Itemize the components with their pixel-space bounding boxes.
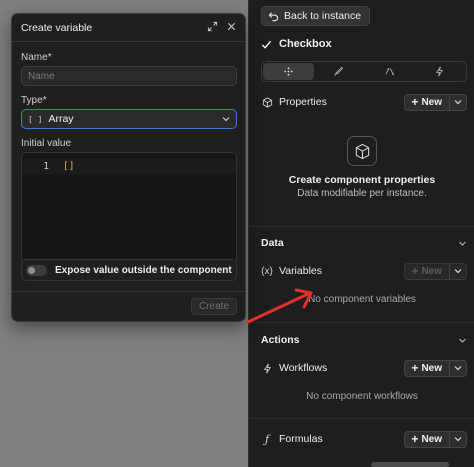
workflows-new-group: + New (404, 359, 467, 377)
chevron-down-icon (454, 437, 462, 442)
chevron-down-icon (454, 100, 462, 105)
chevron-down-icon (222, 117, 230, 122)
properties-new-dropdown[interactable] (449, 94, 466, 110)
name-field-label: Name* (21, 52, 52, 63)
move-icon (284, 67, 293, 76)
dialog-controls (207, 21, 237, 32)
transform-icon (385, 67, 394, 76)
type-select-value: Array (48, 113, 74, 125)
variables-row: (x) Variables + New (261, 261, 467, 281)
properties-row: Properties + New (261, 92, 467, 112)
properties-new-group: + New (404, 93, 467, 111)
plus-icon: + (411, 95, 419, 109)
plus-icon: + (411, 361, 419, 375)
name-input[interactable] (21, 66, 237, 86)
undo-arrow-icon (268, 11, 279, 21)
variables-new-group: + New (404, 262, 467, 280)
tab-transform[interactable] (364, 63, 415, 80)
lightning-icon (436, 66, 444, 77)
horizontal-scrollbar[interactable] (371, 462, 449, 467)
back-label: Back to instance (284, 10, 362, 22)
function-icon: ƒ (264, 432, 270, 446)
expose-value-toggle[interactable] (26, 264, 47, 276)
formulas-label: Formulas (279, 433, 323, 445)
variable-icon: (x) (261, 265, 273, 277)
lightning-icon (263, 363, 271, 373)
tab-interactions[interactable] (415, 63, 466, 80)
expose-value-label: Expose value outside the component (55, 264, 232, 276)
chevron-down-icon (459, 241, 466, 246)
panel-tab-bar (261, 61, 467, 82)
code-line: 1 [] (22, 159, 236, 174)
data-heading: Data (261, 237, 284, 249)
workflows-label: Workflows (279, 362, 328, 374)
cube-placeholder (347, 136, 377, 166)
component-editor-panel: Back to instance Checkbox Properties + Ne… (248, 0, 474, 467)
create-button[interactable]: Create (190, 298, 237, 315)
actions-heading: Actions (261, 334, 300, 346)
close-icon[interactable] (226, 21, 237, 32)
formulas-new-dropdown[interactable] (449, 431, 466, 447)
array-icon: [ ] (28, 114, 43, 124)
properties-empty-state: Create component properties Data modifia… (249, 136, 474, 199)
type-label-text: Type (21, 95, 43, 106)
required-mark: * (42, 95, 47, 106)
create-variable-dialog: Create variable Name* Type* [ ] Array In… (11, 13, 246, 322)
variables-new-dropdown[interactable] (449, 263, 466, 279)
back-to-instance-button[interactable]: Back to instance (261, 6, 371, 26)
cube-icon (262, 96, 272, 108)
properties-new-button[interactable]: + New (405, 95, 449, 110)
component-name: Checkbox (279, 38, 332, 50)
variables-new-button[interactable]: + New (405, 264, 449, 279)
new-label: New (421, 96, 442, 108)
tab-layout[interactable] (263, 63, 314, 80)
cube-icon (355, 143, 369, 159)
empty-properties-title: Create component properties (288, 174, 436, 186)
new-label: New (421, 362, 442, 374)
workflows-new-button[interactable]: + New (405, 361, 449, 376)
plus-icon: + (411, 432, 419, 446)
type-field-label: Type* (21, 95, 47, 106)
initial-value-editor[interactable]: 1 [] (21, 152, 237, 264)
new-label: New (421, 433, 442, 445)
no-workflows-message: No component workflows (306, 391, 418, 402)
component-header: Checkbox (261, 38, 332, 50)
tab-style[interactable] (314, 63, 365, 80)
type-select[interactable]: [ ] Array (21, 109, 237, 129)
data-section-header[interactable]: Data (261, 237, 467, 249)
workflows-new-dropdown[interactable] (449, 360, 466, 376)
workflows-row: Workflows + New (261, 358, 467, 378)
expand-icon[interactable] (207, 21, 218, 32)
divider (12, 291, 245, 292)
chevron-down-icon (459, 338, 466, 343)
properties-label: Properties (279, 96, 327, 108)
dialog-title: Create variable (21, 22, 93, 34)
plus-icon: + (411, 264, 419, 278)
empty-properties-subtitle: Data modifiable per instance. (297, 188, 427, 199)
annotation-arrow-icon (246, 288, 313, 324)
formulas-new-group: + New (404, 430, 467, 448)
chevron-down-icon (454, 366, 462, 371)
variables-label: Variables (279, 265, 322, 277)
actions-section-header[interactable]: Actions (261, 334, 467, 346)
check-icon (261, 40, 272, 49)
formulas-row: ƒ Formulas + New (261, 429, 467, 449)
chevron-down-icon (454, 269, 462, 274)
expose-value-row[interactable]: Expose value outside the component (21, 259, 237, 281)
formulas-new-button[interactable]: + New (405, 432, 449, 447)
required-mark: * (47, 52, 52, 63)
divider (249, 226, 474, 227)
name-label-text: Name (21, 52, 48, 63)
initial-value-label: Initial value (21, 138, 72, 149)
divider (12, 41, 245, 42)
line-number: 1 (43, 161, 49, 172)
new-label: New (421, 265, 442, 277)
divider (249, 418, 474, 419)
brush-icon (334, 66, 344, 76)
code-text: [] (63, 161, 75, 172)
